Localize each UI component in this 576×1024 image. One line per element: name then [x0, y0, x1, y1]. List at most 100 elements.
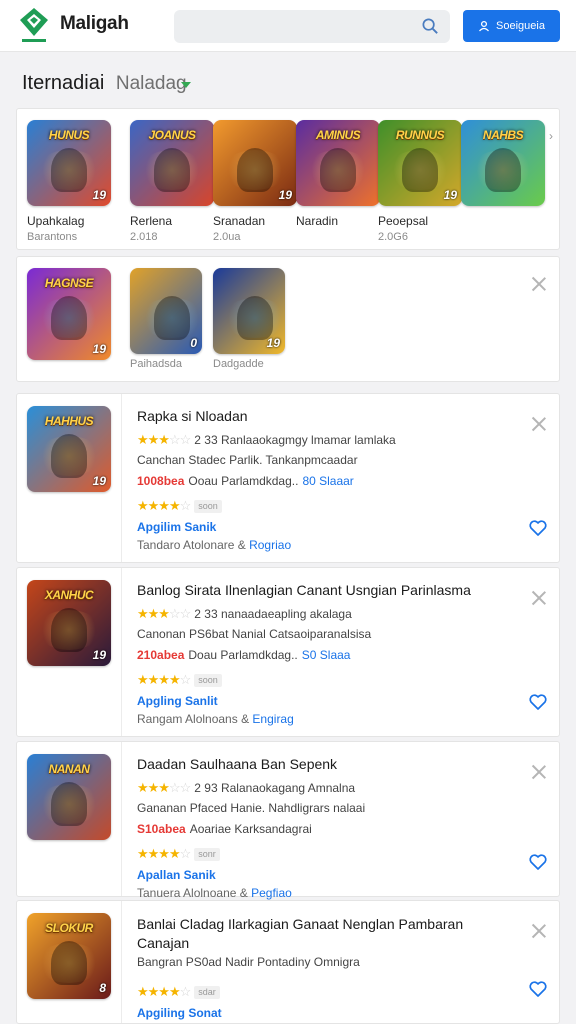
- game-title[interactable]: Banlog Sirata Ilnenlagian Canant Usngian…: [137, 582, 471, 598]
- price-line: 210abea Doau Parlamdkdag.. S0 Slaaa: [137, 648, 350, 662]
- game-logo-text: HAGNSE: [44, 276, 94, 290]
- character-art: [51, 434, 87, 478]
- game-icon[interactable]: AMINUS: [296, 120, 380, 206]
- price-line: S10abea Aoariae Karksandagrai: [137, 822, 316, 836]
- favorite-heart-icon[interactable]: [528, 979, 548, 999]
- rating-text: 2 93 Ralanaokagang Amnalna: [194, 781, 356, 795]
- card-divider: [121, 568, 122, 736]
- game-tile-item[interactable]: HAGNSE 19: [27, 268, 113, 364]
- game-list-card[interactable]: HAHHUS 19 Rapka si Nloadan ★★★☆☆ 2 33 Ranlaa…: [16, 393, 560, 563]
- chevron-right-icon[interactable]: ›: [549, 129, 553, 143]
- meta-line: Rangam Alolnoans & Engirag: [137, 712, 294, 726]
- game-tile-item[interactable]: RUNNUS 19 Peoepsal 2.0G6: [378, 120, 464, 243]
- game-tile-item[interactable]: AMINUS Naradin: [296, 120, 382, 231]
- game-icon[interactable]: 0: [130, 268, 202, 354]
- game-logo-text: JOANUS: [148, 128, 196, 142]
- card-divider: [121, 901, 122, 1023]
- game-icon[interactable]: NAHBS: [461, 120, 545, 206]
- star-rating-icon: ★★★☆☆: [137, 780, 191, 795]
- game-subtitle: 2.018: [130, 231, 158, 243]
- app-logo-icon[interactable]: [16, 6, 52, 46]
- star-rating-icon: ★★★★☆: [137, 984, 191, 999]
- game-logo-text: NANAN: [48, 762, 90, 776]
- game-logo-text: HAHHUS: [44, 414, 94, 428]
- character-art: [51, 941, 87, 985]
- game-name: Peoepsal: [378, 214, 429, 228]
- meta-link[interactable]: Engirag: [252, 712, 293, 726]
- game-icon[interactable]: NANAN: [27, 754, 111, 840]
- sign-in-button[interactable]: Soeigueia: [463, 10, 560, 42]
- game-list-card[interactable]: XANHUC 19 Banlog Sirata Ilnenlagian Canant…: [16, 567, 560, 737]
- close-icon[interactable]: [531, 276, 547, 292]
- sign-in-label: Soeigueia: [496, 20, 545, 32]
- price-detail-text: Aoariae Karksandagrai: [189, 822, 312, 836]
- favorite-heart-icon[interactable]: [528, 852, 548, 872]
- game-logo-text: SLOKUR: [45, 921, 93, 935]
- game-icon[interactable]: XANHUC 19: [27, 580, 111, 666]
- game-icon[interactable]: SLOKUR 8: [27, 913, 111, 999]
- meta-link[interactable]: Rogriao: [249, 538, 291, 552]
- game-tile-item[interactable]: 19 Dadgadde: [213, 268, 299, 370]
- age-rating-badge: 19: [92, 188, 106, 202]
- age-rating-badge: 19: [92, 342, 106, 356]
- price-text: S10abea: [137, 822, 186, 836]
- chevron-down-icon[interactable]: [181, 82, 191, 88]
- rating-stars-row: ★★★★☆ sdar: [137, 984, 220, 1000]
- price-line: 1008bea Ooau Parlamdkdag.. 80 Slaaar: [137, 474, 354, 488]
- description-line: Canchan Stadec Parlik. Tankanpmcaadar: [137, 453, 358, 467]
- favorite-heart-icon[interactable]: [528, 518, 548, 538]
- favorite-heart-icon[interactable]: [528, 692, 548, 712]
- game-tile-item[interactable]: HUNUS 19 Upahkalag Barantons: [27, 120, 113, 243]
- game-icon[interactable]: RUNNUS 19: [378, 120, 462, 206]
- character-art: [51, 148, 87, 192]
- close-icon[interactable]: [531, 923, 547, 939]
- game-icon[interactable]: HAGNSE 19: [27, 268, 111, 360]
- age-rating-badge: 19: [266, 336, 280, 350]
- search-icon[interactable]: [421, 17, 440, 36]
- character-art: [51, 296, 87, 340]
- game-icon[interactable]: HUNUS 19: [27, 120, 111, 206]
- search-input[interactable]: [174, 10, 450, 43]
- age-rating-badge: 19: [92, 474, 106, 488]
- game-icon[interactable]: 19: [213, 120, 297, 206]
- close-icon[interactable]: [531, 416, 547, 432]
- price-link-text[interactable]: S0 Slaaa: [302, 648, 351, 662]
- game-list-card[interactable]: SLOKUR 8 Banlai Cladag Ilarkagian Ganaat N…: [16, 900, 560, 1024]
- rating-pill: soon: [194, 673, 222, 687]
- close-icon[interactable]: [531, 590, 547, 606]
- game-title[interactable]: Daadan Saulhaana Ban Sepenk: [137, 756, 337, 772]
- age-rating-badge: 19: [443, 188, 457, 202]
- game-list-card[interactable]: NANAN Daadan Saulhaana Ban Sepenk ★★★☆☆ 2 9…: [16, 741, 560, 900]
- game-logo-text: XANHUC: [44, 588, 94, 602]
- rating-row: ★★★☆☆ 2 33 Ranlaaokagmgy lmamar lamlaka: [137, 432, 396, 448]
- game-tile-item[interactable]: 0 Paihadsda: [130, 268, 216, 370]
- game-icon[interactable]: JOANUS: [130, 120, 214, 206]
- close-icon[interactable]: [531, 764, 547, 780]
- game-tile-item[interactable]: JOANUS Rerlena 2.018: [130, 120, 216, 243]
- meta-line: Tandaro Atolonare & Rogriao: [137, 538, 291, 552]
- game-name: Naradin: [296, 214, 339, 228]
- game-icon[interactable]: HAHHUS 19: [27, 406, 111, 492]
- character-art: [237, 296, 273, 340]
- apply-link[interactable]: Apgling Sanlit: [137, 694, 218, 708]
- rating-row: ★★★☆☆ 2 93 Ralanaokagang Amnalna: [137, 780, 355, 796]
- character-art: [402, 148, 438, 192]
- game-title[interactable]: Rapka si Nloadan: [137, 408, 248, 424]
- apply-link[interactable]: Apgiling Sonat: [137, 1006, 222, 1020]
- star-rating-icon: ★★★☆☆: [137, 432, 191, 447]
- game-name: Rerlena: [130, 214, 173, 228]
- rating-text: 2 33 Ranlaaokagmgy lmamar lamlaka: [194, 433, 396, 447]
- price-link-text[interactable]: 80 Slaaar: [302, 474, 353, 488]
- apply-link[interactable]: Apgilim Sanik: [137, 520, 216, 534]
- apply-link[interactable]: Apallan Sanik: [137, 868, 216, 882]
- card-divider: [121, 742, 122, 896]
- rating-pill: sdar: [194, 985, 220, 999]
- character-art: [154, 296, 190, 340]
- game-tile-item[interactable]: 19 Sranadan 2.0ua: [213, 120, 299, 243]
- game-tile-item[interactable]: NAHBS: [461, 120, 547, 214]
- meta-link[interactable]: Pegfiao: [251, 886, 292, 900]
- star-rating-icon: ★★★☆☆: [137, 606, 191, 621]
- game-title[interactable]: Banlai Cladag Ilarkagian Ganaat Nenglan …: [137, 915, 517, 953]
- game-icon[interactable]: 19: [213, 268, 285, 354]
- section-title-sub[interactable]: Naladag: [116, 73, 187, 94]
